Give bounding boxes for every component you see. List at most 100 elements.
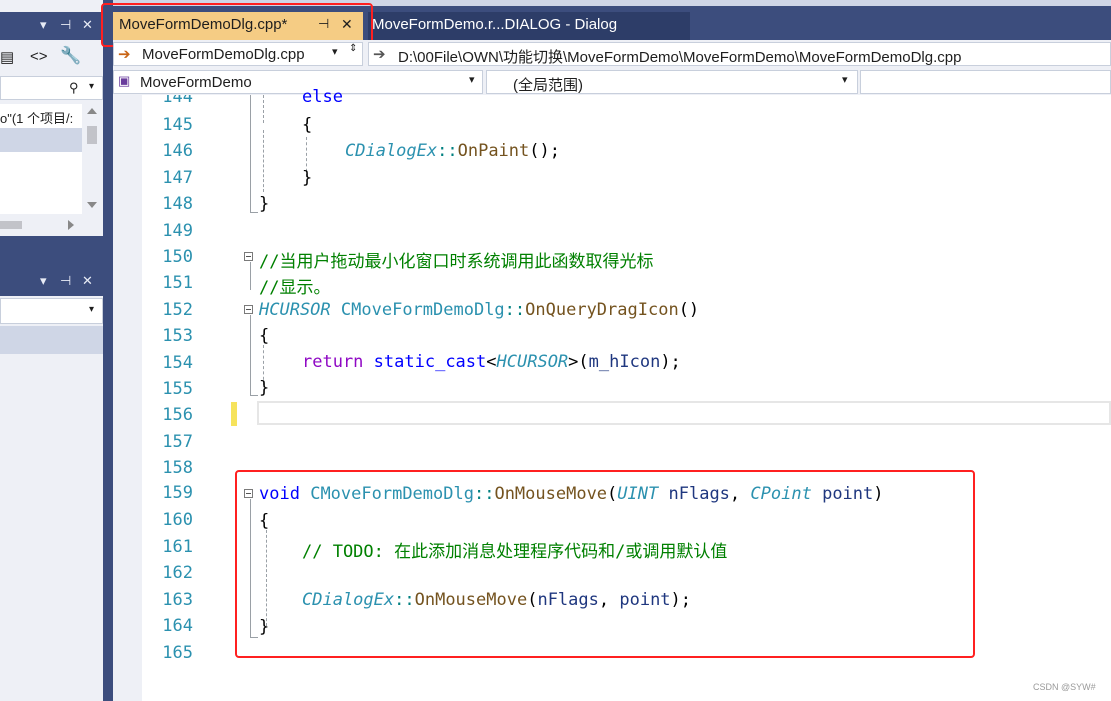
code-line-154: return static_cast<HCURSOR>(m_hIcon); — [302, 352, 681, 372]
line-number-gutter: 144 145 146 147 148 149 150 151 152 153 … — [155, 95, 200, 701]
code-rest: () — [678, 300, 700, 320]
keyword: return — [302, 352, 364, 372]
line-number: 164 — [162, 616, 193, 636]
file-path-field[interactable]: ➔ D:\00File\OWN\功能切换\MoveFormDemo\MoveFo… — [368, 42, 1111, 66]
line-number: 150 — [162, 247, 193, 267]
arrow-right-icon: ➔ — [373, 46, 386, 63]
vertical-scrollbar[interactable] — [84, 104, 103, 214]
chevron-down-icon[interactable]: ▾ — [469, 73, 475, 86]
h-scroll-thumb[interactable] — [0, 221, 22, 229]
indent-guide — [263, 95, 264, 123]
code-line-155: } — [259, 378, 270, 398]
pin-icon[interactable]: ⊣ — [60, 273, 71, 289]
tab-movefromdemo-dialog[interactable]: MoveFormDemo.r...DIALOG - Dialog — [368, 12, 690, 40]
chevron-down-icon[interactable]: ▾ — [89, 304, 94, 315]
line-number: 156 — [162, 405, 193, 425]
line-number: 163 — [162, 590, 193, 610]
properties-combo[interactable]: ▾ — [0, 298, 103, 324]
pin-icon[interactable]: ⊣ — [60, 17, 71, 33]
solution-tree-item[interactable]: o"(1 个项目/: — [0, 108, 73, 127]
project-icon: ▣ — [118, 73, 131, 88]
function-name: OnPaint — [457, 141, 530, 161]
properties-selected-row[interactable] — [0, 326, 103, 354]
line-number: 144 — [162, 95, 193, 107]
scroll-up-icon[interactable] — [87, 108, 97, 114]
code-rest: (); — [529, 141, 560, 161]
panel-splitter[interactable] — [103, 0, 113, 701]
solution-search-input[interactable]: ⚲ ▾ — [0, 76, 103, 100]
line-number: 153 — [162, 326, 193, 346]
chevron-down-icon[interactable]: ▾ — [332, 45, 338, 58]
project-combo-value: MoveFormDemo — [140, 74, 252, 91]
panel-gap — [0, 236, 103, 268]
split-icon[interactable]: ⇕ — [349, 43, 357, 54]
watermark: CSDN @SYW# — [1033, 682, 1096, 692]
chevron-down-icon[interactable]: ▾ — [842, 73, 848, 86]
line-number: 161 — [162, 537, 193, 557]
code-line-144: else — [302, 87, 343, 107]
fold-guide — [250, 262, 251, 290]
scope-combo[interactable]: (全局范围) ▾ — [486, 70, 858, 94]
panel-toolbar: ▤ <> 🔧 — [0, 42, 103, 72]
line-number: 159 — [162, 483, 193, 503]
code-line-146: CDialogEx::OnPaint(); — [345, 141, 560, 161]
project-combo[interactable]: ▣ MoveFormDemo ▾ — [113, 70, 483, 94]
chevron-down-icon[interactable]: ▾ — [89, 81, 94, 92]
tab-label: MoveFormDemo.r...DIALOG - Dialog — [372, 16, 618, 33]
code-line-148: } — [259, 194, 270, 214]
indicator-margin[interactable] — [113, 95, 142, 701]
close-icon[interactable]: ✕ — [82, 17, 93, 33]
scope-combo-value: (全局范围) — [513, 77, 583, 94]
code-line-145: { — [302, 115, 313, 135]
file-path-value: D:\00File\OWN\功能切换\MoveFormDemo\MoveForm… — [398, 49, 962, 66]
close-icon[interactable]: ✕ — [82, 273, 93, 289]
scroll-right-icon[interactable] — [68, 220, 74, 230]
code-icon[interactable]: <> — [30, 48, 48, 65]
fold-toggle-icon[interactable] — [244, 305, 253, 314]
class-name: CMoveFormDemoDlg — [340, 300, 505, 320]
current-line-highlight — [257, 401, 1111, 425]
line-number: 160 — [162, 510, 193, 530]
solution-tree[interactable]: o"(1 个项目/: — [0, 104, 82, 214]
line-number: 154 — [162, 353, 193, 373]
fold-toggle-icon[interactable] — [244, 252, 253, 261]
scroll-thumb[interactable] — [87, 126, 97, 144]
line-number: 145 — [162, 115, 193, 135]
panel-titlebar-top: ▾ ⊣ ✕ — [0, 12, 103, 40]
fold-guide — [250, 315, 251, 395]
line-number: 162 — [162, 563, 193, 583]
indent-guide — [263, 130, 264, 192]
wrench-icon[interactable]: 🔧 — [60, 46, 81, 66]
fold-guide — [250, 95, 251, 213]
selected-row[interactable] — [0, 128, 82, 152]
dropdown-icon[interactable]: ▾ — [40, 273, 47, 289]
type-name: HCURSOR — [259, 300, 331, 320]
member-name: m_hIcon — [588, 352, 661, 372]
class-name: CDialogEx — [345, 141, 438, 161]
file-combo-value: MoveFormDemoDlg.cpp — [142, 46, 305, 63]
keyword: else — [302, 87, 343, 107]
dropdown-icon[interactable]: ▾ — [40, 17, 47, 33]
line-number: 151 — [162, 273, 193, 293]
code-line-152: HCURSOR CMoveFormDemoDlg::OnQueryDragIco… — [259, 300, 700, 320]
code-line-147: } — [302, 168, 313, 188]
line-number: 147 — [162, 168, 193, 188]
line-number: 155 — [162, 379, 193, 399]
member-combo[interactable] — [860, 70, 1111, 94]
line-number: 157 — [162, 432, 193, 452]
code-line-153: { — [259, 326, 270, 346]
code-line-151: //显示。 — [259, 278, 331, 298]
line-number: 146 — [162, 141, 193, 161]
horizontal-scrollbar[interactable] — [0, 216, 103, 234]
scroll-down-icon[interactable] — [87, 202, 97, 208]
unsaved-change-marker — [231, 402, 237, 426]
keyword: static_cast — [373, 352, 487, 372]
panel-titlebar-bottom: ▾ ⊣ ✕ — [0, 268, 103, 296]
type-name: HCURSOR — [496, 352, 569, 372]
files-icon[interactable]: ▤ — [0, 48, 14, 66]
line-number: 152 — [162, 300, 193, 320]
file-combo[interactable]: ➔ MoveFormDemoDlg.cpp ▾ ⇕ — [113, 42, 363, 66]
code-line-150: //当用户拖动最小化窗口时系统调用此函数取得光标 — [259, 252, 654, 272]
line-number: 165 — [162, 643, 193, 663]
arrow-right-icon: ➔ — [118, 46, 131, 63]
